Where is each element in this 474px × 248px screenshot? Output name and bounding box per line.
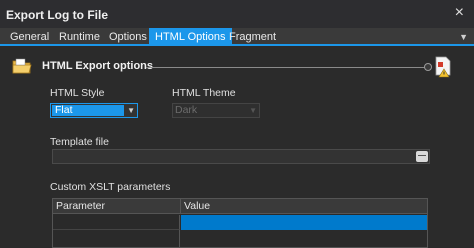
- html-style-value: Flat: [52, 105, 124, 116]
- tab-fragment[interactable]: Fragment: [223, 28, 282, 46]
- tab-options[interactable]: Options: [103, 28, 153, 46]
- tab-html-options[interactable]: HTML Options: [149, 28, 232, 46]
- chevron-down-icon: ▼: [127, 106, 135, 115]
- parameter-cell[interactable]: [53, 215, 180, 230]
- grid-header: Parameter Value: [53, 199, 427, 214]
- browse-icon: [418, 155, 426, 159]
- document-warning-icon: [435, 56, 451, 78]
- template-file-input[interactable]: [52, 149, 430, 164]
- browse-file-button[interactable]: [416, 151, 428, 162]
- folder-icon: [12, 58, 32, 74]
- table-row-empty: [53, 230, 180, 248]
- xslt-parameters-label: Custom XSLT parameters: [50, 181, 171, 193]
- xslt-parameters-grid[interactable]: Parameter Value: [52, 198, 428, 248]
- tab-overflow-icon[interactable]: ▼: [459, 28, 468, 46]
- html-options-panel: HTML Export options HTML Style Flat ▼ HT…: [0, 46, 474, 248]
- column-header-value[interactable]: Value: [181, 199, 210, 214]
- tab-bar: General Runtime Options HTML Options Fra…: [0, 28, 474, 46]
- html-style-label: HTML Style: [50, 87, 105, 99]
- window-title: Export Log to File: [6, 8, 108, 22]
- section-title: HTML Export options: [42, 60, 154, 72]
- value-cell-selected[interactable]: [181, 215, 427, 230]
- html-style-select[interactable]: Flat ▼: [50, 103, 138, 118]
- html-theme-select: Dark ▼: [172, 103, 260, 118]
- tab-general[interactable]: General: [4, 28, 55, 46]
- tab-runtime[interactable]: Runtime: [53, 28, 106, 46]
- template-file-label: Template file: [50, 136, 109, 148]
- close-icon[interactable]: ×: [455, 4, 464, 22]
- title-bar: Export Log to File ×: [0, 0, 474, 28]
- html-theme-value: Dark: [175, 104, 198, 116]
- table-row[interactable]: [53, 215, 427, 230]
- section-divider: [146, 67, 428, 68]
- html-theme-label: HTML Theme: [172, 87, 236, 99]
- column-header-parameter[interactable]: Parameter: [53, 199, 105, 214]
- section-divider-end: [424, 63, 432, 71]
- chevron-down-icon: ▼: [249, 106, 257, 115]
